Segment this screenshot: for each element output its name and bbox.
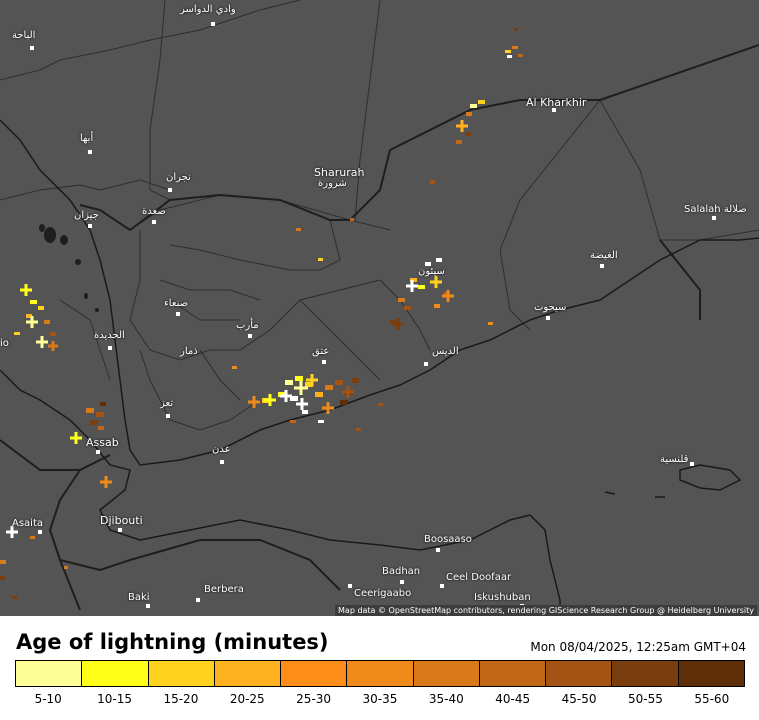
place-label-badhan: Badhan [382, 566, 421, 577]
city-marker [211, 22, 215, 26]
place-label-taiz: تعز [160, 398, 174, 409]
place-label-marib: مأرب [236, 320, 259, 331]
place-label-massawa: io [0, 338, 9, 349]
city-marker [400, 580, 404, 584]
map-area[interactable]: وادي الدواسر الباحة أبها نجران جيزان صعد… [0, 0, 759, 616]
legend-label: 15-20 [163, 692, 199, 706]
legend-label: 5-10 [34, 692, 62, 706]
legend-label: 40-45 [495, 692, 531, 706]
place-label-iskushuban: Iskushuban [474, 592, 531, 603]
city-marker [146, 604, 150, 608]
city-marker [690, 462, 694, 466]
legend-swatch [214, 661, 282, 686]
city-marker [88, 150, 92, 154]
city-marker [168, 188, 172, 192]
place-label-ceel-doofaar: Ceel Doofaar [446, 572, 512, 583]
place-label-djibouti: Djibouti [100, 514, 143, 527]
legend-swatch [82, 661, 149, 686]
legend-label: 25-30 [296, 692, 332, 706]
place-label-hodeidah: الحديدة [94, 330, 125, 341]
legend-label: 35-40 [428, 692, 464, 706]
legend-label: 20-25 [229, 692, 265, 706]
city-marker [152, 220, 156, 224]
legend-color-bar [15, 660, 745, 687]
place-label-ceerigaabo: Ceerigaabo [354, 588, 412, 599]
city-marker [176, 312, 180, 316]
legend-swatch [347, 661, 414, 686]
legend-swatch [612, 661, 679, 686]
place-label-socotra: قلنسية [660, 454, 689, 465]
city-marker [546, 316, 550, 320]
legend-label: 50-55 [627, 692, 663, 706]
place-label-sayhut: سيحوت [534, 302, 567, 313]
legend-label: 45-50 [561, 692, 597, 706]
legend-labels: 5-10 10-15 15-20 20-25 25-30 30-35 35-40… [15, 692, 745, 706]
city-marker [552, 108, 556, 112]
city-marker [220, 460, 224, 464]
city-marker [348, 584, 352, 588]
legend-swatch [546, 661, 613, 686]
place-label-sanaa: صنعاء [164, 298, 189, 309]
place-label-abha: أبها [80, 133, 94, 144]
legend-swatch [148, 661, 215, 686]
legend-label: 10-15 [97, 692, 132, 706]
place-label-boosaaso: Boosaaso [424, 534, 472, 545]
legend-swatch [413, 661, 480, 686]
place-label-al-ghaydah: الغيضة [590, 250, 618, 261]
legend-swatch [16, 661, 83, 686]
city-marker [108, 346, 112, 350]
place-label-assab: Assab [86, 436, 119, 449]
place-label-ataq: عتق [312, 346, 330, 357]
place-label-al-mukalla: الديس [432, 346, 459, 357]
place-label-dhamar: ذمار [180, 346, 198, 357]
place-label-seiyun: سيئون [418, 266, 445, 277]
place-label-al-baha: الباحة [12, 30, 36, 41]
place-label-baki: Baki [128, 592, 150, 603]
map-attribution[interactable]: Map data © OpenStreetMap contributors, r… [335, 605, 757, 616]
city-marker [440, 584, 444, 588]
place-label-aden: عدن [212, 444, 231, 455]
place-label-salalah: Salalah صلالة [684, 204, 747, 215]
city-marker [436, 548, 440, 552]
place-label-wadi-ad-dawasir: وادي الدواسر [180, 4, 236, 15]
city-marker [30, 46, 34, 50]
legend-timestamp: Mon 08/04/2025, 12:25am GMT+04 [530, 640, 746, 654]
city-marker [248, 334, 252, 338]
legend-title: Age of lightning (minutes) [16, 630, 329, 654]
city-marker [118, 528, 122, 532]
place-label-najran: نجران [166, 172, 191, 183]
place-label-jizan: جيزان [74, 210, 99, 221]
legend-label: 55-60 [694, 692, 730, 706]
place-label-sharurah-ar: شرورة [318, 178, 347, 189]
legend: Age of lightning (minutes) Mon 08/04/202… [0, 616, 759, 720]
city-marker [600, 264, 604, 268]
legend-swatch [479, 661, 547, 686]
legend-label: 30-35 [362, 692, 398, 706]
city-marker [712, 216, 716, 220]
city-marker [38, 530, 42, 534]
place-label-saada: صعدة [142, 206, 166, 217]
city-marker [196, 598, 200, 602]
city-marker [322, 360, 326, 364]
city-marker [424, 362, 428, 366]
legend-swatch [281, 661, 348, 686]
legend-swatch [678, 661, 744, 686]
city-marker [88, 224, 92, 228]
city-marker [166, 414, 170, 418]
place-label-al-kharkhir: Al Kharkhir [526, 96, 587, 109]
place-label-asaita: Asaita [12, 518, 44, 529]
city-marker [96, 450, 100, 454]
place-label-berbera: Berbera [204, 584, 244, 595]
